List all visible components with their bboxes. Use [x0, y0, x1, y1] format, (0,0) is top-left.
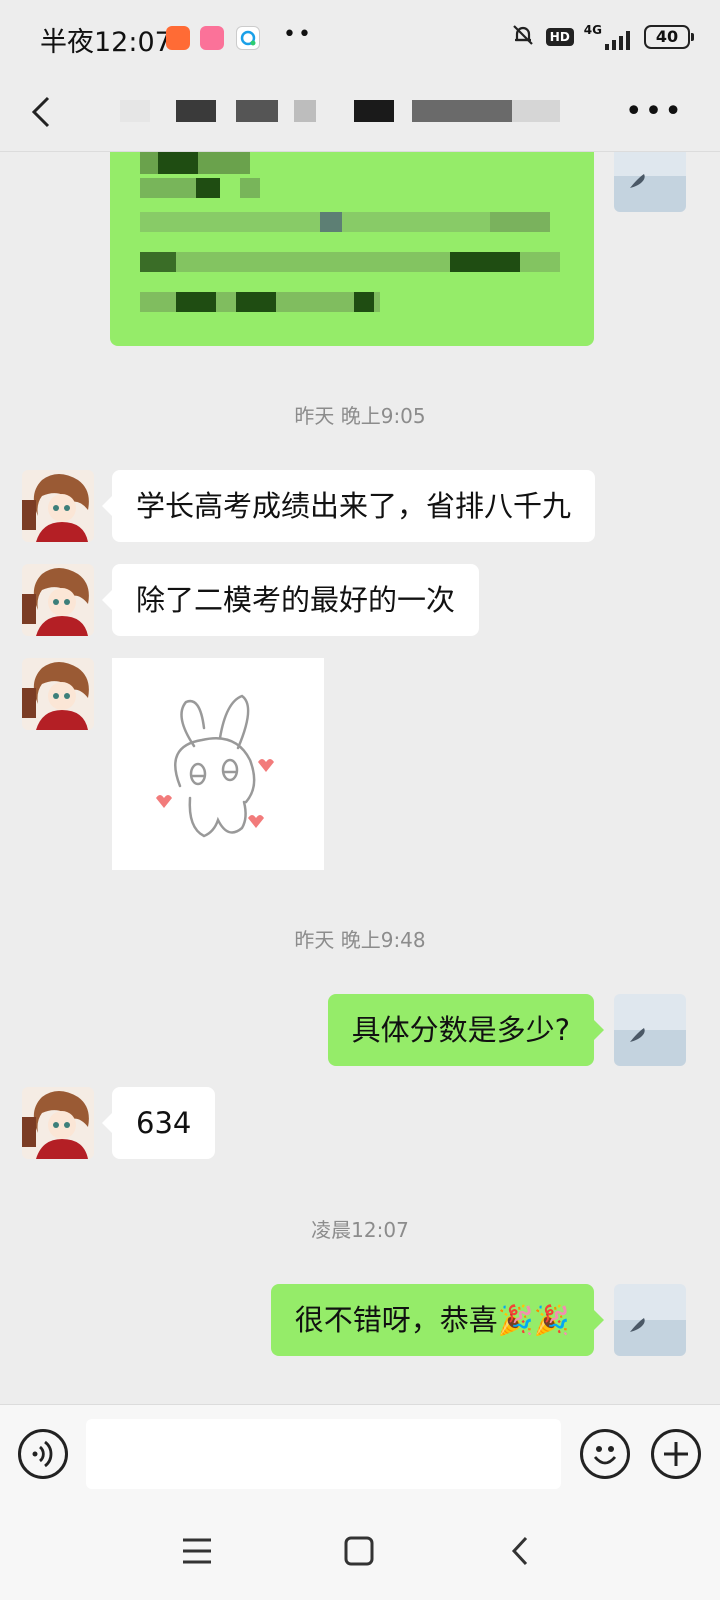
- plus-button[interactable]: [651, 1429, 701, 1479]
- message-blurred[interactable]: [110, 152, 594, 346]
- anime-avatar-image: [22, 1087, 94, 1159]
- back-icon: [511, 1536, 528, 1566]
- network-label: 4G: [583, 23, 602, 37]
- muted-bell-icon: [510, 22, 536, 52]
- status-right: HD 4G 40: [510, 22, 694, 52]
- plus-icon: [664, 1442, 688, 1466]
- back-button[interactable]: [24, 90, 64, 134]
- contact-avatar[interactable]: [22, 470, 94, 542]
- self-avatar[interactable]: [614, 152, 686, 212]
- bilibili-icon: [200, 26, 224, 50]
- whale-avatar-image: [614, 1284, 686, 1356]
- message-bubble-left[interactable]: 634: [101, 1087, 216, 1159]
- anime-avatar-image: [22, 564, 94, 636]
- more-horizontal-icon: •••: [624, 94, 684, 129]
- message-bubble-right[interactable]: 很不错呀，恭喜🎉🎉: [270, 1284, 605, 1356]
- contact-avatar[interactable]: [22, 1087, 94, 1159]
- timestamp: 昨天 晚上9:48: [294, 928, 426, 952]
- sticker-message[interactable]: [112, 658, 324, 870]
- status-time: 半夜12:07: [40, 27, 172, 58]
- more-dots-icon: ••: [283, 22, 313, 47]
- input-bar: [0, 1404, 720, 1500]
- home-button[interactable]: [334, 1526, 384, 1576]
- menu-button[interactable]: [172, 1526, 222, 1576]
- hd-voice-icon: HD: [545, 28, 574, 46]
- timestamp: 昨天 晚上9:05: [294, 404, 426, 428]
- status-bar: 半夜12:07 •• HD 4G 40: [0, 0, 720, 78]
- mi-store-icon: [166, 26, 190, 50]
- message-input[interactable]: [86, 1419, 561, 1489]
- system-back-button[interactable]: [496, 1526, 546, 1576]
- message-bubble-left[interactable]: 除了二模考的最好的一次: [101, 564, 480, 636]
- menu-icon: [183, 1538, 211, 1564]
- signal-icon: 4G: [584, 24, 634, 50]
- contact-avatar[interactable]: [22, 564, 94, 636]
- blurred-text-image: [140, 152, 560, 312]
- emoji-icon: [593, 1446, 617, 1465]
- timestamp: 凌晨12:07: [311, 1218, 409, 1242]
- chevron-left-icon: [31, 96, 50, 128]
- message-bubble-left[interactable]: 学长高考成绩出来了，省排八千九: [101, 470, 596, 542]
- emoji-button[interactable]: [580, 1429, 630, 1479]
- self-avatar[interactable]: [614, 994, 686, 1066]
- self-avatar[interactable]: [614, 1284, 686, 1356]
- voice-icon: [32, 1440, 53, 1468]
- message-list[interactable]: 昨天 晚上9:05 学长高考成绩出来了，省排八千九 除了二模考的最好的一次 昨天…: [0, 152, 720, 1404]
- message-bubble-right[interactable]: 具体分数是多少?: [327, 994, 605, 1066]
- whale-avatar-image: [614, 994, 686, 1066]
- anime-avatar-image: [22, 658, 94, 730]
- chat-app-icon: [236, 26, 260, 50]
- voice-button[interactable]: [18, 1429, 68, 1479]
- anime-avatar-image: [22, 470, 94, 542]
- bunny-sticker: [156, 694, 274, 838]
- contact-avatar[interactable]: [22, 658, 94, 730]
- battery-icon: 40: [644, 25, 694, 49]
- whale-avatar-image: [614, 152, 686, 212]
- more-button[interactable]: •••: [625, 97, 684, 127]
- system-nav-bar: [0, 1500, 720, 1600]
- chat-header: •••: [0, 78, 720, 152]
- home-icon: [344, 1536, 374, 1566]
